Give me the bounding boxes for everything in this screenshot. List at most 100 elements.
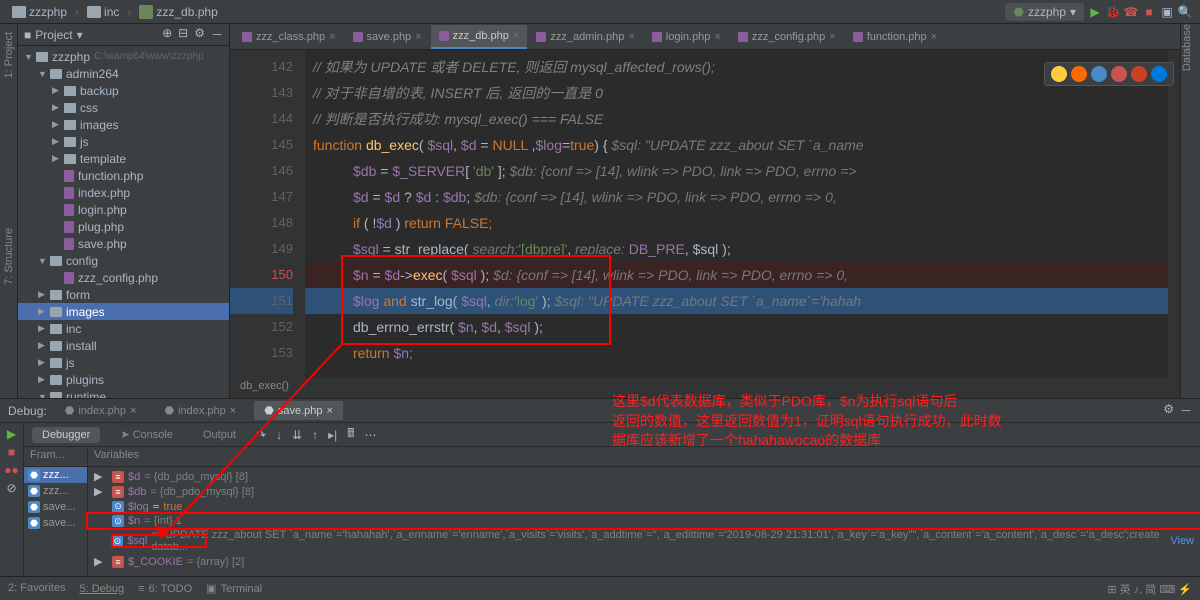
annotation-text: 这里$d代表数据库，类似于PDO库，$n为执行sql语句后返回的数值，这里返回数… xyxy=(612,392,1182,451)
tool-structure[interactable]: 7: Structure xyxy=(3,228,15,285)
collapse-icon[interactable]: ⊟ xyxy=(178,26,188,43)
tree-row-backup[interactable]: ▶backup xyxy=(18,82,229,99)
close-icon[interactable]: × xyxy=(714,31,720,43)
debug-session-tab[interactable]: ⬣ index.php × xyxy=(154,401,246,420)
variable-row[interactable]: ⊙ $log = true xyxy=(88,499,1200,514)
tree-row-template[interactable]: ▶template xyxy=(18,150,229,167)
folder-icon xyxy=(87,6,101,18)
layout-icon[interactable]: ▣ xyxy=(1160,5,1174,19)
breadcrumb-file[interactable]: zzz_db.php xyxy=(135,3,221,21)
editor-tab[interactable]: zzz_db.php × xyxy=(431,25,528,49)
tree-row-images[interactable]: ▶images xyxy=(18,303,229,320)
tree-row-css[interactable]: ▶css xyxy=(18,99,229,116)
tree-row-plug.php[interactable]: plug.php xyxy=(18,218,229,235)
code-area[interactable]: // 如果为 UPDATE 或者 DELETE, 则返回 mysql_affec… xyxy=(305,50,1168,378)
mute-bp-icon[interactable]: ⊘ xyxy=(6,481,16,495)
browser-icon[interactable] xyxy=(1131,66,1147,82)
more-icon[interactable]: ⋯ xyxy=(364,428,376,442)
run-to-cursor-icon[interactable]: ▸| xyxy=(328,428,337,442)
project-tree[interactable]: ▼zzzphp C:\wamp64\www\zzzphp▼admin264▶ba… xyxy=(18,46,229,398)
breadcrumb-root[interactable]: zzzphp xyxy=(8,3,71,21)
tree-row-admin264[interactable]: ▼admin264 xyxy=(18,65,229,82)
run-config-dropdown[interactable]: ⬣zzzphp ▾ xyxy=(1005,3,1084,21)
step-out-icon[interactable]: ↑ xyxy=(312,428,318,442)
tree-row-zzzphp[interactable]: ▼zzzphp C:\wamp64\www\zzzphp xyxy=(18,48,229,65)
editor-tab[interactable]: login.php × xyxy=(644,25,729,49)
debug-session-tab[interactable]: ⬣ index.php × xyxy=(55,401,147,420)
output-tab[interactable]: Output xyxy=(193,427,246,443)
tree-row-zzz_config.php[interactable]: zzz_config.php xyxy=(18,269,229,286)
tree-row-save.php[interactable]: save.php xyxy=(18,235,229,252)
console-tab[interactable]: ➤ Console xyxy=(110,426,183,443)
stop-icon[interactable]: ■ xyxy=(8,445,15,459)
variables-panel[interactable]: Variables ▶ ≡ $d = {db_pdo_mysql} [8]▶ ≡… xyxy=(88,447,1200,576)
editor-tab[interactable]: zzz_class.php × xyxy=(234,25,344,49)
tree-row-runtime[interactable]: ▼runtime xyxy=(18,388,229,398)
evaluate-icon[interactable]: 🖩 xyxy=(347,424,354,445)
tool-favorites[interactable]: 2: Favorites xyxy=(8,582,65,595)
browser-icon[interactable] xyxy=(1111,66,1127,82)
tree-row-install[interactable]: ▶install xyxy=(18,337,229,354)
search-icon[interactable]: 🔍 xyxy=(1178,5,1192,19)
editor-tab[interactable]: zzz_admin.php × xyxy=(528,25,642,49)
tree-row-function.php[interactable]: function.php xyxy=(18,167,229,184)
variable-row[interactable]: ▶ ≡ $_COOKIE = {array} [2] xyxy=(88,554,1200,569)
frame-item[interactable]: ⬣zzz... xyxy=(24,483,87,499)
frame-item[interactable]: ⬣save... xyxy=(24,515,87,531)
browser-icon[interactable] xyxy=(1091,66,1107,82)
gear-icon[interactable]: ⚙ xyxy=(194,26,205,43)
variable-row[interactable]: ⊙ $sql = "UPDATE zzz_about SET `a_name`=… xyxy=(88,528,1200,554)
step-into-force-icon[interactable]: ⇊ xyxy=(292,428,302,442)
status-todo[interactable]: ≡ 6: TODO xyxy=(138,582,192,595)
tree-row-form[interactable]: ▶form xyxy=(18,286,229,303)
editor-area: zzz_class.php ×save.php ×zzz_db.php ×zzz… xyxy=(230,24,1180,398)
variable-row[interactable]: ▶ ≡ $db = {db_pdo_mysql} [8] xyxy=(88,484,1200,499)
debug-session-tab[interactable]: ⬣ save.php × xyxy=(254,401,343,420)
tree-row-plugins[interactable]: ▶plugins xyxy=(18,371,229,388)
status-debug[interactable]: 5: Debug xyxy=(79,582,124,595)
debugger-tab[interactable]: Debugger xyxy=(32,427,100,443)
marker-bar[interactable] xyxy=(1168,50,1180,378)
run-icon[interactable]: ▶ xyxy=(1088,5,1102,19)
tree-row-js[interactable]: ▶js xyxy=(18,354,229,371)
listen-icon[interactable]: ☎ xyxy=(1124,5,1138,19)
browser-icon[interactable] xyxy=(1071,66,1087,82)
editor-tab[interactable]: function.php × xyxy=(845,25,945,49)
resume-icon[interactable]: ▶ xyxy=(7,427,16,441)
close-icon[interactable]: × xyxy=(415,31,421,43)
left-tool-strip: 1: Project 7: Structure xyxy=(0,24,18,398)
step-over-icon[interactable]: ↷ xyxy=(256,428,266,442)
tool-database[interactable]: Database xyxy=(1181,24,1193,77)
view-bp-icon[interactable]: ●● xyxy=(4,463,19,477)
stop-icon[interactable]: ■ xyxy=(1142,5,1156,19)
close-icon[interactable]: × xyxy=(931,31,937,43)
tree-row-js[interactable]: ▶js xyxy=(18,133,229,150)
tree-row-inc[interactable]: ▶inc xyxy=(18,320,229,337)
status-terminal[interactable]: ▣ Terminal xyxy=(206,582,262,595)
close-icon[interactable]: × xyxy=(329,31,335,43)
variable-row[interactable]: ⊙ $n = {int} 1 xyxy=(88,514,1200,528)
hide-icon[interactable]: － xyxy=(211,26,223,43)
step-into-icon[interactable]: ↓ xyxy=(276,428,282,442)
project-panel-header[interactable]: ■Project ▾ ⊕ ⊟ ⚙ － xyxy=(18,24,229,46)
variable-row[interactable]: ▶ ≡ $d = {db_pdo_mysql} [8] xyxy=(88,469,1200,484)
tree-row-config[interactable]: ▼config xyxy=(18,252,229,269)
tree-row-images[interactable]: ▶images xyxy=(18,116,229,133)
close-icon[interactable]: × xyxy=(628,31,634,43)
editor-tab[interactable]: save.php × xyxy=(345,25,430,49)
close-icon[interactable]: × xyxy=(513,30,519,42)
browser-icon[interactable] xyxy=(1151,66,1167,82)
debug-icon[interactable]: 🐞 xyxy=(1106,5,1120,19)
tree-row-login.php[interactable]: login.php xyxy=(18,201,229,218)
frames-panel[interactable]: Fram... ⬣zzz...⬣zzz...⬣save...⬣save... xyxy=(24,447,88,576)
tree-row-index.php[interactable]: index.php xyxy=(18,184,229,201)
line-gutter[interactable]: 142143144145146147148149150151152153 xyxy=(230,50,305,378)
frame-item[interactable]: ⬣save... xyxy=(24,499,87,515)
breadcrumb-inc[interactable]: inc xyxy=(83,3,123,21)
frame-item[interactable]: ⬣zzz... xyxy=(24,467,87,483)
editor-tab[interactable]: zzz_config.php × xyxy=(730,25,844,49)
settings-icon[interactable]: ⊕ xyxy=(162,26,172,43)
close-icon[interactable]: × xyxy=(829,31,835,43)
tool-project[interactable]: 1: Project xyxy=(3,32,15,78)
browser-icon[interactable] xyxy=(1051,66,1067,82)
